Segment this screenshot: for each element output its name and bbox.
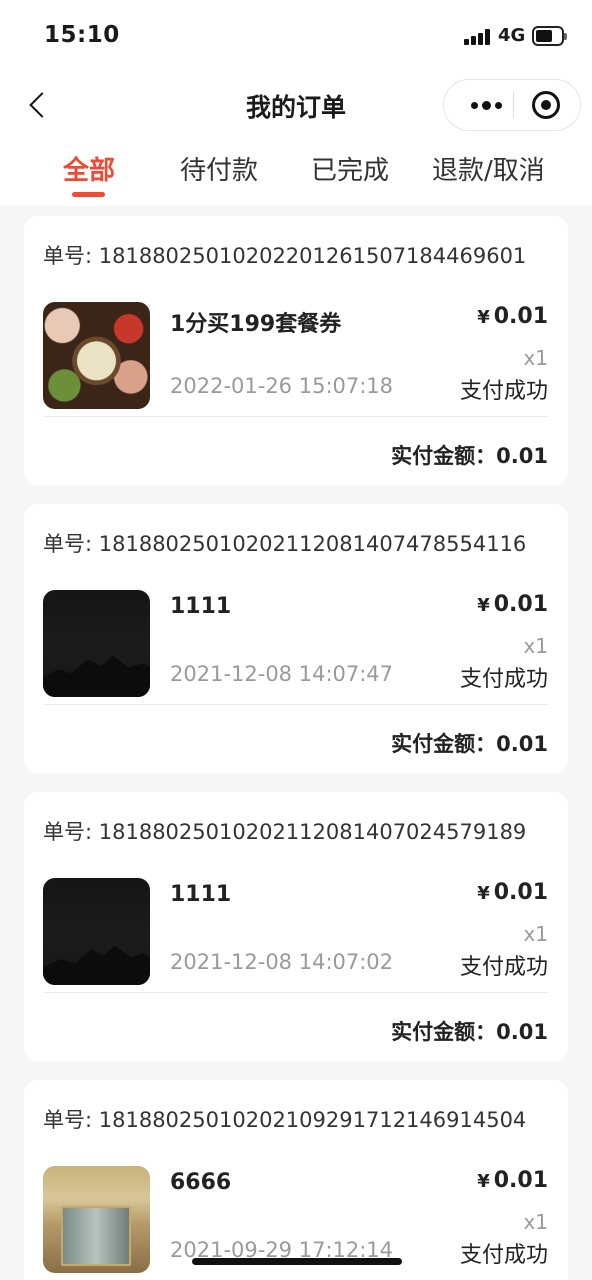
target-icon [541, 100, 551, 110]
price: ¥0.01 [477, 304, 548, 329]
food-icon [43, 302, 150, 409]
mall-store-icon [43, 1166, 150, 1273]
product-name: 1分买199套餐券 [170, 312, 342, 337]
order-number: 单号: 181880250102021120814074785541​16 [43, 532, 527, 556]
payment-status: 支付成功 [459, 379, 548, 404]
price: ¥0.01 [477, 880, 548, 905]
divider [43, 416, 549, 417]
price-value: 0.01 [493, 592, 548, 617]
product-name: 6666 [170, 1170, 232, 1195]
active-tab-indicator [72, 192, 105, 197]
price-value: 0.01 [493, 1168, 548, 1193]
order-card[interactable]: 单号: 1818802501020220126150718446960​1 1分… [24, 216, 568, 486]
currency-symbol: ¥ [477, 595, 490, 616]
price: ¥0.01 [477, 1168, 548, 1193]
tab-refund-cancel[interactable]: 退款/取消 [432, 150, 545, 187]
divider [43, 992, 549, 993]
network-label: 4G [498, 25, 526, 46]
order-time: 2021-12-08 14:07:47 [170, 662, 394, 686]
close-mini-program-button[interactable] [532, 91, 560, 119]
product-name: 1111 [170, 882, 232, 907]
currency-symbol: ¥ [477, 1171, 490, 1192]
mini-program-capsule [443, 79, 581, 131]
order-card[interactable]: 单号: 181880250102021120814074785541​16 11… [24, 504, 568, 774]
payment-status: 支付成功 [459, 667, 548, 692]
capsule-divider [513, 92, 514, 118]
quantity: x1 [523, 922, 548, 946]
order-tabs: 全部 待付款 已完成 退款/取消 [0, 136, 592, 206]
price-value: 0.01 [493, 880, 548, 905]
price: ¥0.01 [477, 592, 548, 617]
divider [43, 704, 549, 705]
paid-amount: 实付金额：0.01 [391, 732, 548, 756]
currency-symbol: ¥ [477, 307, 490, 328]
order-card[interactable]: 单号: 181880250102021092917121469145​04 66… [24, 1080, 568, 1280]
battery-icon [532, 26, 567, 46]
product-name: 1111 [170, 594, 232, 619]
order-number: 单号: 181880250102021092917121469145​04 [43, 1108, 527, 1132]
payment-status: 支付成功 [459, 1243, 548, 1268]
more-dots-icon [470, 101, 478, 109]
currency-symbol: ¥ [477, 883, 490, 904]
status-bar: 15:10 4G [0, 0, 592, 74]
order-number: 单号: 1818802501020220126150718446960​1 [43, 244, 527, 268]
quantity: x1 [523, 346, 548, 370]
tab-all[interactable]: 全部 [63, 150, 115, 187]
tab-pending-payment[interactable]: 待付款 [180, 150, 258, 187]
home-indicator[interactable] [192, 1258, 402, 1265]
status-time: 15:10 [44, 22, 120, 48]
nav-bar: 我的订单 [0, 74, 592, 136]
tab-completed[interactable]: 已完成 [311, 150, 389, 187]
order-time: 2021-12-08 14:07:02 [170, 950, 394, 974]
quantity: x1 [523, 1210, 548, 1234]
more-button[interactable] [460, 80, 512, 130]
night-mountain-icon [43, 878, 150, 985]
signal-icon [464, 29, 492, 45]
payment-status: 支付成功 [459, 955, 548, 980]
price-value: 0.01 [493, 304, 548, 329]
paid-amount: 实付金额：0.01 [391, 1020, 548, 1044]
order-number: 单号: 181880250102021120814070245791​89 [43, 820, 527, 844]
order-time: 2022-01-26 15:07:18 [170, 374, 394, 398]
night-mountain-icon [43, 590, 150, 697]
quantity: x1 [523, 634, 548, 658]
paid-amount: 实付金额：0.01 [391, 444, 548, 468]
order-card[interactable]: 单号: 181880250102021120814070245791​89 11… [24, 792, 568, 1062]
